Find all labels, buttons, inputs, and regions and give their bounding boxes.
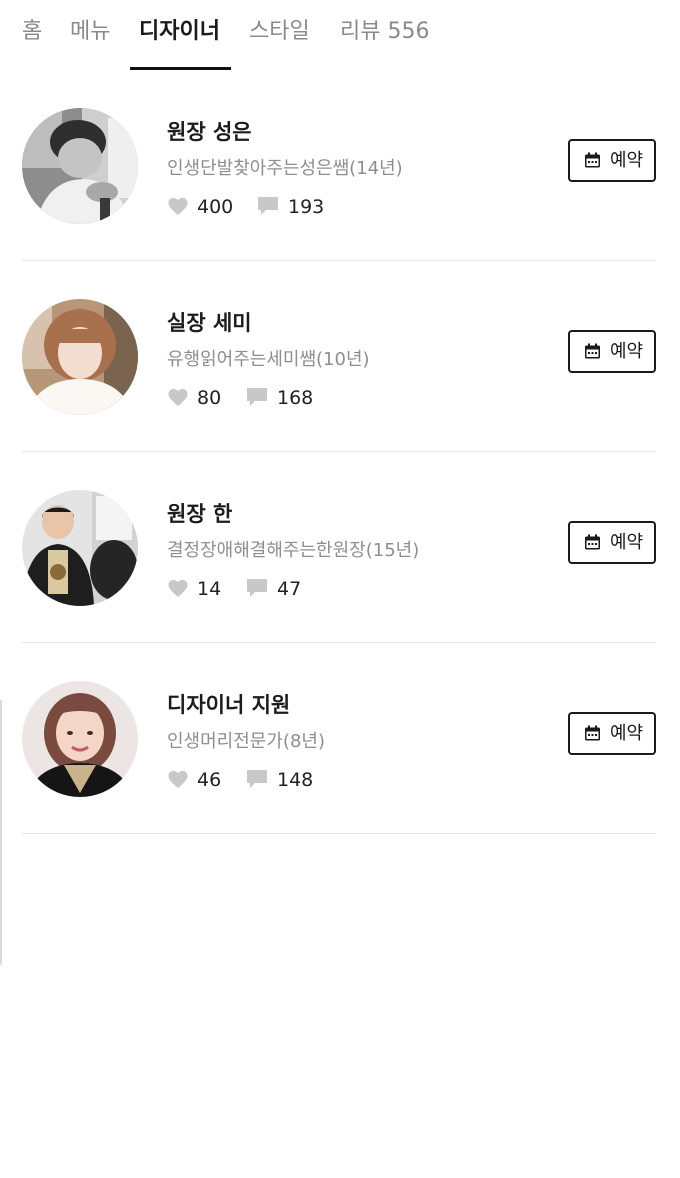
like-count: 46 [197,769,222,791]
edge-panel-handle[interactable] [0,700,2,965]
heart-icon [168,770,188,789]
reserve-button-label: 예약 [610,341,644,362]
heart-icon [168,579,188,598]
reserve-button[interactable]: 예약 [568,712,656,755]
designer-name: 디자이너 지원 [167,693,291,717]
designer-avatar [22,490,138,606]
heart-icon [168,197,188,216]
designer-list-item[interactable]: 원장 한 결정장애해결해주는한원장(15년) 14 47 예약 [22,452,656,643]
comment-count: 168 [277,387,314,409]
tab-style[interactable]: 스타일 [249,14,310,54]
comment-count: 47 [277,578,302,600]
reserve-button[interactable]: 예약 [568,330,656,373]
designer-name: 원장 성은 [167,120,252,144]
designer-description: 결정장애해결해주는한원장(15년) [167,540,420,561]
like-count: 400 [197,196,234,218]
designer-list: 원장 성은 인생단발찾아주는성은쌤(14년) 400 193 예약 실장 세미 … [22,70,656,834]
comment-count: 148 [277,769,314,791]
designer-name: 실장 세미 [167,311,252,335]
speech-bubble-icon [247,770,267,788]
tab-bar: 홈 메뉴 디자이너 스타일 리뷰 556 [0,0,680,70]
calendar-icon [585,725,600,741]
calendar-icon [585,343,600,359]
like-count: 14 [197,578,222,600]
designer-list-item[interactable]: 실장 세미 유행읽어주는세미쌤(10년) 80 168 예약 [22,261,656,452]
speech-bubble-icon [247,579,267,597]
designer-avatar [22,681,138,797]
reserve-button-label: 예약 [610,532,644,553]
designer-description: 유행읽어주는세미쌤(10년) [167,349,370,370]
calendar-icon [585,152,600,168]
tab-menu[interactable]: 메뉴 [70,14,110,54]
reserve-button-label: 예약 [610,723,644,744]
calendar-icon [585,534,600,550]
designer-avatar [22,108,138,224]
designer-avatar [22,299,138,415]
tab-designer[interactable]: 디자이너 [139,14,220,54]
designer-description: 인생머리전문가(8년) [167,731,325,752]
speech-bubble-icon [247,388,267,406]
comment-count: 193 [288,196,325,218]
tab-review[interactable]: 리뷰 556 [340,14,429,54]
speech-bubble-icon [258,197,278,215]
designer-list-item[interactable]: 디자이너 지원 인생머리전문가(8년) 46 148 예약 [22,643,656,834]
reserve-button-label: 예약 [610,150,644,171]
designer-list-item[interactable]: 원장 성은 인생단발찾아주는성은쌤(14년) 400 193 예약 [22,70,656,261]
designer-description: 인생단발찾아주는성은쌤(14년) [167,158,403,179]
heart-icon [168,388,188,407]
reserve-button[interactable]: 예약 [568,521,656,564]
like-count: 80 [197,387,222,409]
reserve-button[interactable]: 예약 [568,139,656,182]
designer-name: 원장 한 [167,502,233,526]
tab-home[interactable]: 홈 [22,14,42,54]
